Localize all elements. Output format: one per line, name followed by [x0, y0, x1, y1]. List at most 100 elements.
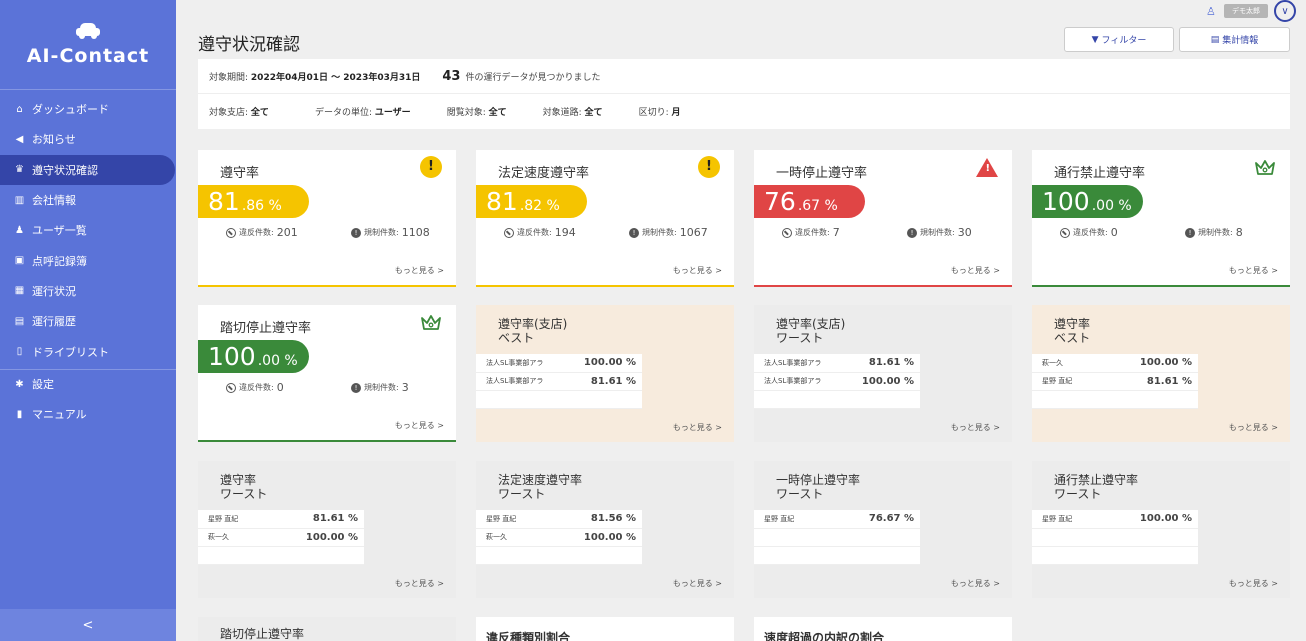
compliance-card: ! 法定速度遵守率 81.82 % 違反件数: 194! 規制件数: 1067 もっと見る >	[476, 150, 734, 287]
main-content: ♙ デモ太郎 ∨ 遵守状況確認 ▼ フィルター ▤ 集計情報 対象期間: 2022年…	[176, 0, 1306, 641]
table-row: 法人SL事業部アラ 81.61 %	[754, 354, 920, 373]
ranking-value: 100.00 %	[537, 528, 642, 547]
more-link[interactable]: もっと見る >	[673, 265, 722, 276]
violation-value: 0	[276, 381, 284, 394]
period-value: 2022年04月01日 〜 2023年03月31日	[250, 72, 421, 83]
more-link[interactable]: もっと見る >	[395, 578, 444, 589]
card-title: 法定速度遵守率	[498, 166, 590, 181]
car-icon	[75, 22, 101, 39]
table-row-empty	[476, 390, 642, 409]
road-value: 全て	[584, 108, 603, 118]
more-link[interactable]: もっと見る >	[951, 578, 1000, 589]
compliance-card: 通行禁止遵守率 100.00 % 違反件数: 0! 規制件数: 8 もっと見る >	[1032, 150, 1290, 287]
logo-text: AI-Contact	[26, 44, 150, 67]
page-title: 遵守状況確認	[198, 35, 300, 55]
more-link[interactable]: もっと見る >	[395, 265, 444, 276]
ranking-card: 一時停止遵守率 ワースト星野 直紀 76.67 % もっと見る >	[754, 461, 1012, 598]
warning-icon: !	[420, 156, 442, 178]
rate-integer: 81	[208, 187, 240, 216]
sidebar-item-10[interactable]: ▮ マニュアル	[0, 399, 176, 429]
sidebar-item-2[interactable]: ♛ 遵守状況確認	[0, 154, 175, 185]
ranking-title: 一時停止遵守率 ワースト	[776, 473, 860, 501]
rate-decimal: .82 %	[519, 198, 560, 214]
violation-label: 違反件数:	[517, 228, 552, 237]
sidebar-item-4[interactable]: ♟ ユーザ一覧	[0, 215, 176, 245]
ban-icon	[504, 227, 514, 238]
sidebar-item-3[interactable]: ▥ 会社情報	[0, 185, 176, 215]
ranking-value: 100.00 %	[259, 528, 364, 547]
regulation-count: ! 規制件数: 30	[907, 226, 972, 239]
clipboard-icon: ▣	[14, 255, 25, 267]
more-link[interactable]: もっと見る >	[951, 265, 1000, 276]
ranking-value: 81.56 %	[537, 510, 642, 529]
chevron-down-icon[interactable]: ∨	[1274, 0, 1296, 22]
rate-pill: 81.86 %	[198, 185, 309, 218]
search-info-panel: 対象期間: 2022年04月01日 〜 2023年03月31日 43 件の運行デ…	[198, 59, 1290, 129]
sidebar-item-8[interactable]: ▯ ドライブリスト	[0, 336, 176, 366]
table-row-empty	[754, 390, 920, 409]
book-icon: ▮	[16, 408, 23, 420]
rate-decimal: .67 %	[797, 198, 838, 214]
ranking-title-line1: 通行禁止遵守率	[1054, 473, 1139, 487]
more-link[interactable]: もっと見る >	[1229, 265, 1278, 276]
summary-button[interactable]: ▤ 集計情報	[1179, 27, 1290, 52]
sidebar-item-label: 遵守状況確認	[32, 163, 98, 177]
sidebar-item-9[interactable]: ✱ 設定	[0, 368, 176, 399]
sidebar-item-label: 運行状況	[32, 284, 76, 298]
ranking-card: 遵守率 ベスト 萩一久 100.00 % 星野 直紀 81.61 % もっと見る >	[1032, 305, 1290, 442]
table-row-empty	[754, 546, 920, 565]
ranking-value: 81.61 %	[558, 372, 642, 391]
period-label: 対象期間:	[209, 72, 249, 83]
result-count: 43	[442, 68, 461, 84]
sidebar-collapse-button[interactable]: <	[0, 609, 176, 641]
unit-label: データの単位:	[314, 108, 372, 118]
logo[interactable]: AI-Contact	[0, 0, 176, 90]
ranking-title: 遵守率(支店) ベスト	[498, 317, 567, 345]
ranking-table: 星野 直紀 76.67 %	[754, 510, 920, 565]
compliance-card: ! 一時停止遵守率 76.67 % 違反件数: 7! 規制件数: 30 もっと見る >	[754, 150, 1012, 287]
ranking-title-line1: 法定速度遵守率	[498, 473, 583, 487]
ranking-name: 法人SL事業部アラ	[754, 372, 837, 391]
ranking-card: 遵守率(支店) ベスト法人SL事業部アラ 100.00 % 法人SL事業部アラ 81.6…	[476, 305, 734, 442]
violation-count: 違反件数: 201	[226, 226, 298, 239]
ban-icon	[782, 227, 792, 238]
more-link[interactable]: もっと見る >	[673, 422, 722, 433]
sidebar-item-label: ドライブリスト	[32, 345, 109, 359]
interval-value: 月	[671, 108, 681, 118]
filter-icon: ▼	[1091, 34, 1099, 45]
summary-button-label: 集計情報	[1222, 36, 1259, 46]
ranking-table: 萩一久 100.00 % 星野 直紀 81.61 %	[1032, 354, 1198, 409]
ranking-name: 星野 直紀	[754, 510, 820, 529]
more-link[interactable]: もっと見る >	[395, 420, 444, 431]
more-link[interactable]: もっと見る >	[1229, 422, 1278, 433]
map-icon: ▦	[14, 285, 25, 297]
sidebar-item-0[interactable]: ⌂ ダッシュボード	[0, 94, 176, 124]
ranking-table: 法人SL事業部アラ 100.00 % 法人SL事業部アラ 81.61 %	[476, 354, 642, 409]
more-link[interactable]: もっと見る >	[673, 578, 722, 589]
sidebar-item-5[interactable]: ▣ 点呼記録簿	[0, 245, 176, 275]
ranking-title-line2: ベスト	[498, 331, 535, 345]
regulation-label: 規制件数:	[364, 228, 399, 237]
user-name[interactable]: デモ太郎	[1224, 4, 1268, 18]
table-row: 萩一久 100.00 %	[1032, 354, 1198, 373]
more-link[interactable]: もっと見る >	[951, 422, 1000, 433]
sidebar-item-6[interactable]: ▦ 運行状況	[0, 276, 176, 306]
regulation-label: 規制件数:	[364, 383, 399, 392]
rate-decimal: .86 %	[241, 198, 282, 214]
ranking-table: 星野 直紀 100.00 %	[1032, 510, 1198, 565]
crown-icon	[421, 315, 441, 330]
ranking-title: 法定速度遵守率 ワースト	[498, 473, 582, 501]
ranking-title-line1: 遵守率	[220, 473, 257, 487]
regulation-label: 規制件数:	[642, 228, 677, 237]
ranking-value: 100.00 %	[1093, 510, 1198, 529]
filter-button[interactable]: ▼ フィルター	[1064, 27, 1174, 52]
regulation-value: 8	[1235, 226, 1243, 239]
sidebar-item-7[interactable]: ▤ 運行履歴	[0, 306, 176, 336]
card-title: 踏切停止遵守率	[220, 627, 305, 641]
ranking-title-line2: ワースト	[1054, 487, 1102, 501]
more-link[interactable]: もっと見る >	[1229, 578, 1278, 589]
sidebar-item-1[interactable]: ◀ お知らせ	[0, 124, 176, 154]
period-row: 対象期間: 2022年04月01日 〜 2023年03月31日 43 件の運行デ…	[198, 59, 1290, 94]
ranking-name: 法人SL事業部アラ	[754, 354, 837, 373]
table-row: 法人SL事業部アラ 81.61 %	[476, 372, 642, 391]
